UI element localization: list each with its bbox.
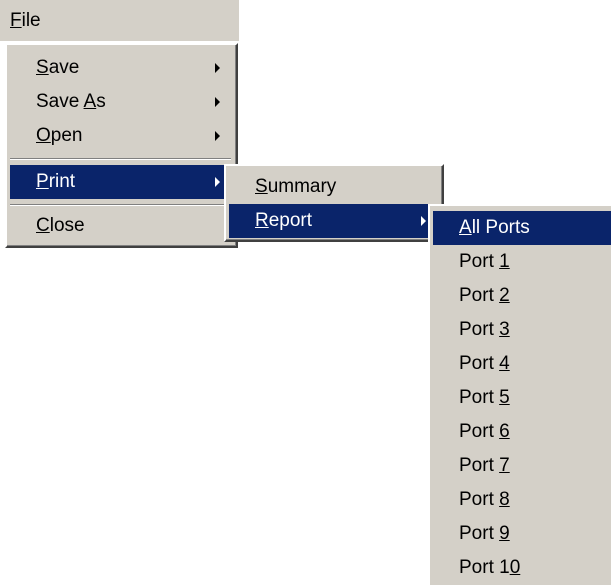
menu-item-port-1[interactable]: Port 1 — [433, 245, 611, 279]
port-2-pre: Port — [459, 285, 500, 306]
submenu-arrow-icon — [215, 97, 220, 107]
port-9-mnemonic: 9 — [499, 523, 510, 544]
menu-item-port-7[interactable]: Port 7 — [433, 449, 611, 483]
menu-item-open[interactable]: Open — [10, 119, 232, 153]
port-9-pre: Port — [459, 523, 500, 544]
port-7-label: Port 7 — [459, 449, 510, 483]
menu-separator — [10, 204, 231, 206]
report-mnemonic: R — [255, 210, 269, 231]
port-10-pre: Port 1 — [459, 557, 510, 578]
port-3-label: Port 3 — [459, 313, 510, 347]
port-10-mnemonic: 0 — [509, 557, 521, 578]
save-label: Save — [36, 51, 79, 85]
menu-item-close[interactable]: Close — [10, 209, 232, 243]
all-ports-mnemonic: A — [459, 217, 472, 238]
port-8-pre: Port — [459, 489, 500, 510]
menu-item-save[interactable]: Save — [10, 51, 232, 85]
all-ports-label: All Ports — [459, 211, 530, 245]
submenu-arrow-icon — [215, 63, 220, 73]
port-5-mnemonic: 5 — [499, 387, 510, 408]
menu-item-summary[interactable]: Summary — [229, 170, 438, 204]
open-label-rest: pen — [50, 125, 83, 146]
port-4-label: Port 4 — [459, 347, 510, 381]
save-as-label-rest: s — [96, 91, 106, 112]
port-2-mnemonic: 2 — [499, 285, 510, 306]
port-4-mnemonic: 4 — [499, 353, 510, 374]
menu-item-save-as[interactable]: Save As — [10, 85, 232, 119]
open-mnemonic: O — [36, 125, 51, 146]
port-7-mnemonic: 7 — [499, 455, 510, 476]
menu-file[interactable]: File — [10, 10, 41, 32]
port-1-pre: Port — [459, 251, 500, 272]
menu-item-port-8[interactable]: Port 8 — [433, 483, 611, 517]
print-mnemonic: P — [36, 171, 49, 192]
close-label: Close — [36, 209, 85, 243]
save-mnemonic: S — [36, 57, 49, 78]
menu-separator — [10, 158, 231, 160]
summary-mnemonic: S — [255, 176, 268, 197]
port-3-mnemonic: 3 — [499, 319, 510, 340]
open-label: Open — [36, 119, 82, 153]
port-6-label: Port 6 — [459, 415, 510, 449]
summary-label-rest: ummary — [267, 176, 337, 197]
menu-item-port-9[interactable]: Port 9 — [433, 517, 611, 551]
menu-item-print[interactable]: Print — [10, 165, 232, 199]
port-1-mnemonic: 1 — [499, 251, 510, 272]
summary-label: Summary — [255, 170, 336, 204]
menu-item-all-ports[interactable]: All Ports — [433, 211, 611, 245]
print-submenu: Summary Report — [224, 164, 444, 242]
submenu-arrow-icon — [215, 177, 220, 187]
close-mnemonic: C — [36, 215, 50, 236]
port-10-label: Port 10 — [459, 551, 520, 585]
port-5-label: Port 5 — [459, 381, 510, 415]
port-7-pre: Port — [459, 455, 500, 476]
port-5-pre: Port — [459, 387, 500, 408]
print-label: Print — [36, 165, 75, 199]
menu-item-port-5[interactable]: Port 5 — [433, 381, 611, 415]
file-label-rest: ile — [21, 10, 41, 31]
port-6-mnemonic: 6 — [499, 421, 510, 442]
menu-item-port-4[interactable]: Port 4 — [433, 347, 611, 381]
port-6-pre: Port — [459, 421, 500, 442]
save-label-rest: ave — [48, 57, 80, 78]
report-label: Report — [255, 204, 312, 238]
port-2-label: Port 2 — [459, 279, 510, 313]
submenu-arrow-icon — [421, 216, 426, 226]
menu-item-report[interactable]: Report — [229, 204, 438, 238]
port-8-label: Port 8 — [459, 483, 510, 517]
save-as-mnemonic: A — [83, 91, 97, 112]
port-3-pre: Port — [459, 319, 500, 340]
save-as-label: Save As — [36, 85, 106, 119]
menu-item-port-3[interactable]: Port 3 — [433, 313, 611, 347]
file-mnemonic: F — [10, 10, 22, 31]
report-submenu: All Ports Port 1 Port 2 Port 3 Port 4 Po… — [428, 204, 611, 585]
menu-item-port-6[interactable]: Port 6 — [433, 415, 611, 449]
all-ports-label-rest: ll Ports — [471, 217, 530, 238]
print-label-rest: rint — [48, 171, 76, 192]
menu-item-port-2[interactable]: Port 2 — [433, 279, 611, 313]
menu-bar: File — [0, 0, 239, 41]
file-menu: Save Save As Open Print Close — [5, 43, 238, 248]
port-8-mnemonic: 8 — [499, 489, 510, 510]
close-label-rest: lose — [49, 215, 85, 236]
submenu-arrow-icon — [215, 131, 220, 141]
menu-item-port-10[interactable]: Port 10 — [433, 551, 611, 585]
save-as-label-pre: Save — [36, 91, 84, 112]
report-label-rest: eport — [268, 210, 313, 231]
port-9-label: Port 9 — [459, 517, 510, 551]
port-4-pre: Port — [459, 353, 500, 374]
port-1-label: Port 1 — [459, 245, 510, 279]
